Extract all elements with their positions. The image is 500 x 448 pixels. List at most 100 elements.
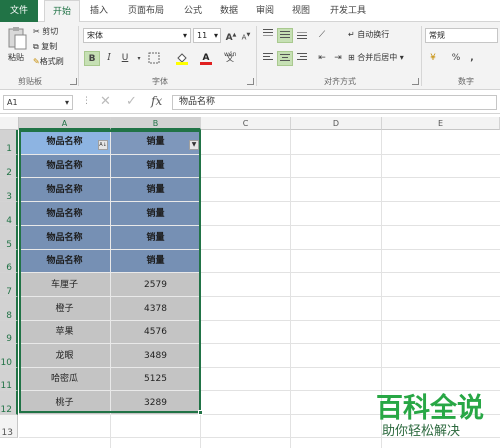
- decrease-indent-icon[interactable]: ⇤: [314, 51, 330, 66]
- cell-a3[interactable]: 物品名称: [19, 178, 111, 202]
- cell-b11[interactable]: 5125: [111, 368, 201, 391]
- cancel-icon[interactable]: ✕: [100, 94, 111, 109]
- shrink-font-icon[interactable]: A▼: [238, 28, 254, 43]
- cell-b8[interactable]: 4378: [111, 297, 201, 321]
- font-launcher[interactable]: [247, 78, 254, 85]
- format-painter-button[interactable]: ✎格式刷: [33, 56, 64, 68]
- font-color-icon[interactable]: A: [198, 51, 214, 66]
- tab-file[interactable]: 文件: [0, 0, 38, 22]
- underline-button[interactable]: U: [117, 51, 133, 66]
- align-right-icon[interactable]: [294, 51, 310, 66]
- increase-indent-icon[interactable]: ⇥: [330, 51, 346, 66]
- cell-b7[interactable]: 2579: [111, 273, 201, 297]
- font-size-value: 11: [197, 31, 208, 40]
- tab-developer[interactable]: 开发工具: [320, 0, 376, 22]
- tab-home[interactable]: 开始: [44, 0, 80, 23]
- comma-button[interactable]: ,: [464, 51, 480, 66]
- phonetic-icon[interactable]: wén 文: [222, 51, 238, 66]
- bold-button[interactable]: B: [84, 51, 100, 66]
- align-bottom-icon[interactable]: [294, 28, 310, 43]
- wrap-text-button[interactable]: ↵ 自动换行: [348, 29, 389, 41]
- align-top-icon[interactable]: [260, 28, 276, 43]
- percent-button[interactable]: %: [448, 51, 464, 66]
- row-header-11[interactable]: 11: [0, 368, 18, 391]
- confirm-icon[interactable]: ✓: [126, 94, 137, 109]
- align-center-icon[interactable]: [277, 51, 293, 66]
- filter-dropdown-icon[interactable]: ▼: [189, 140, 199, 150]
- copy-button[interactable]: ⧉ 复制: [33, 41, 57, 53]
- cell-b6[interactable]: 销量: [111, 250, 201, 273]
- paste-icon[interactable]: [6, 26, 28, 52]
- cell-a12[interactable]: 桃子: [19, 391, 111, 415]
- cell-a5[interactable]: 物品名称: [19, 226, 111, 250]
- column-header-d[interactable]: D: [291, 117, 382, 130]
- cell-b4[interactable]: 销量: [111, 202, 201, 226]
- cell-a8[interactable]: 橙子: [19, 297, 111, 321]
- border-icon[interactable]: [146, 51, 162, 66]
- clipboard-launcher[interactable]: [70, 78, 77, 85]
- row-header-4[interactable]: 4: [0, 202, 18, 226]
- chevron-down-icon: ▾: [182, 31, 187, 40]
- cell-b5[interactable]: 销量: [111, 226, 201, 250]
- divider: [256, 26, 257, 86]
- row-header-8[interactable]: 8: [0, 297, 18, 321]
- tab-insert[interactable]: 插入: [82, 0, 116, 22]
- filter-sort-icon[interactable]: A↓: [98, 140, 108, 150]
- row-header-13[interactable]: 13: [0, 415, 18, 438]
- cell-a9[interactable]: 苹果: [19, 321, 111, 344]
- chevron-down-icon[interactable]: ▾: [134, 51, 144, 66]
- align-left-icon[interactable]: [260, 51, 276, 66]
- cell-a7[interactable]: 车厘子: [19, 273, 111, 297]
- cell-b10[interactable]: 3489: [111, 344, 201, 368]
- currency-icon[interactable]: ¥: [425, 51, 441, 66]
- cell-a11[interactable]: 哈密瓜: [19, 368, 111, 391]
- row-header-6[interactable]: 6: [0, 250, 18, 273]
- font-name-select[interactable]: 宋体 ▾: [83, 28, 191, 43]
- row-header-5[interactable]: 5: [0, 226, 18, 250]
- fill-handle[interactable]: [198, 410, 203, 415]
- cell-b1[interactable]: 销量: [111, 130, 201, 155]
- cell-b12[interactable]: 3289: [111, 391, 201, 415]
- column-header-a[interactable]: A: [19, 117, 111, 130]
- alignment-launcher[interactable]: [412, 78, 419, 85]
- row-header-12[interactable]: 12: [0, 391, 18, 415]
- cut-button[interactable]: ✂ 剪切: [33, 26, 58, 38]
- column-header-e[interactable]: E: [382, 117, 500, 130]
- column-header-c[interactable]: C: [201, 117, 291, 130]
- align-middle-icon[interactable]: [277, 28, 293, 43]
- row-header-3[interactable]: 3: [0, 178, 18, 202]
- orientation-icon[interactable]: ⟋: [314, 28, 330, 43]
- cell-a10[interactable]: 龙眼: [19, 344, 111, 368]
- cell-b2[interactable]: 销量: [111, 155, 201, 178]
- cell-a4[interactable]: 物品名称: [19, 202, 111, 226]
- column-header-b[interactable]: B: [111, 117, 201, 130]
- tab-formulas[interactable]: 公式: [176, 0, 210, 22]
- row-header-1[interactable]: 1: [0, 130, 18, 155]
- number-format-select[interactable]: 常规: [425, 28, 498, 43]
- fill-color-icon[interactable]: [174, 51, 190, 66]
- row-header-10[interactable]: 10: [0, 344, 18, 368]
- formula-input[interactable]: 物品名称: [172, 95, 497, 110]
- row-header-2[interactable]: 2: [0, 155, 18, 178]
- select-all-corner[interactable]: [0, 117, 19, 130]
- cell-a6[interactable]: 物品名称: [19, 250, 111, 273]
- chevron-down-icon: ▾: [64, 98, 69, 107]
- paste-button[interactable]: 粘贴: [8, 52, 24, 64]
- row-header-9[interactable]: 9: [0, 321, 18, 344]
- cell-b3[interactable]: 销量: [111, 178, 201, 202]
- tab-review[interactable]: 审阅: [248, 0, 282, 22]
- font-size-select[interactable]: 11 ▾: [193, 28, 221, 43]
- cell-a2[interactable]: 物品名称: [19, 155, 111, 178]
- format-painter-label: 格式刷: [39, 57, 64, 66]
- cell-b9[interactable]: 4576: [111, 321, 201, 344]
- grow-font-icon[interactable]: A▲: [223, 28, 239, 43]
- row-header-7[interactable]: 7: [0, 273, 18, 297]
- tab-view[interactable]: 视图: [284, 0, 318, 22]
- font-group-label: 字体: [152, 77, 168, 86]
- merge-center-button[interactable]: ⊞ 合并后居中 ▾: [348, 52, 404, 64]
- name-box[interactable]: A1 ▾: [3, 95, 73, 110]
- tab-data[interactable]: 数据: [212, 0, 246, 22]
- italic-button[interactable]: I: [101, 51, 117, 66]
- insert-function-icon[interactable]: fx: [151, 94, 162, 108]
- tab-page-layout[interactable]: 页面布局: [118, 0, 174, 22]
